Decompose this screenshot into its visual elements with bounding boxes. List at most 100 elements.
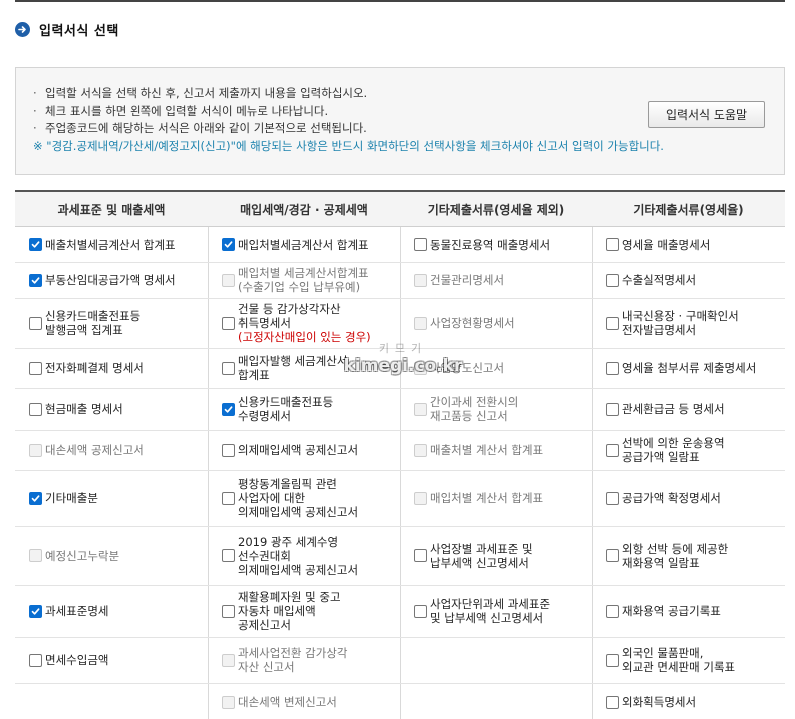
form-option-label: 매출처별세금계산서 합계표 bbox=[45, 238, 176, 252]
form-option-text: 부동산임대공급가액 명세서 bbox=[45, 273, 176, 287]
form-checkbox[interactable] bbox=[606, 361, 619, 375]
form-option-text: 외국인 물품판매, 외교관 면세판매 기록표 bbox=[622, 646, 736, 674]
form-checkbox[interactable] bbox=[606, 402, 619, 416]
form-option: 과세사업전환 감가상각 자산 신고서 bbox=[208, 637, 400, 683]
form-checkbox[interactable] bbox=[222, 402, 235, 416]
form-option[interactable]: 내국신용장 · 구매확인서 전자발급명세서 bbox=[592, 298, 785, 348]
form-option-label: 간이과세 전환시의 재고품등 신고서 bbox=[430, 395, 518, 423]
form-checkbox[interactable] bbox=[29, 491, 42, 505]
form-option[interactable]: 선박에 의한 운송용역 공급가액 일람표 bbox=[592, 430, 785, 470]
form-option-label: 대손세액 변제신고서 bbox=[238, 695, 337, 709]
form-option[interactable]: 동물진료용역 매출명세서 bbox=[400, 227, 592, 262]
form-option[interactable]: 과세표준명세 bbox=[15, 585, 208, 637]
input-tax-column-header: 매입세액/경감 · 공제세액 bbox=[208, 192, 400, 227]
form-checkbox[interactable] bbox=[29, 316, 42, 330]
form-option[interactable]: 매출처별세금계산서 합계표 bbox=[15, 227, 208, 262]
form-option-note: (고정자산매입이 있는 경우) bbox=[238, 330, 371, 344]
form-checkbox bbox=[222, 273, 235, 287]
form-option[interactable]: 신용카드매출전표등 수령명세서 bbox=[208, 388, 400, 430]
form-checkbox[interactable] bbox=[222, 361, 235, 375]
form-option[interactable]: 전자화폐결제 명세서 bbox=[15, 348, 208, 388]
form-option-text: 과세사업전환 감가상각 자산 신고서 bbox=[238, 646, 348, 674]
form-option: 사업장현황명세서 bbox=[400, 298, 592, 348]
form-option-label: 2019 광주 세계수영 선수권대회 의제매입세액 공제신고서 bbox=[238, 535, 358, 577]
form-option[interactable]: 재화용역 공급기록표 bbox=[592, 585, 785, 637]
form-option[interactable]: 공급가액 확정명세서 bbox=[592, 470, 785, 526]
form-option[interactable]: 의제매입세액 공제신고서 bbox=[208, 430, 400, 470]
section-header: 입력서식 선택 bbox=[15, 20, 119, 39]
form-option-label: 사업장현황명세서 bbox=[430, 316, 515, 330]
form-option-text: 영세율 첨부서류 제출명세서 bbox=[622, 361, 757, 375]
form-option[interactable]: 영세율 매출명세서 bbox=[592, 227, 785, 262]
form-checkbox[interactable] bbox=[222, 549, 235, 562]
form-option-label: 기타매출분 bbox=[45, 491, 98, 505]
form-option[interactable]: 사업자단위과세 과세표준 및 납부세액 신고명세서 bbox=[400, 585, 592, 637]
zero-rate-docs-column-header: 기타제출서류(영세율) bbox=[592, 192, 785, 227]
form-option-text: 사업장현황명세서 bbox=[430, 316, 515, 330]
info-list: · 입력할 서식을 선택 하신 후, 신고서 제출까지 내용을 입력하십시오. ·… bbox=[33, 85, 664, 155]
checkmark-icon bbox=[31, 276, 40, 284]
form-checkbox[interactable] bbox=[222, 604, 235, 618]
form-checkbox[interactable] bbox=[606, 653, 619, 667]
form-checkbox[interactable] bbox=[606, 443, 619, 457]
form-option: 예정신고누락분 bbox=[15, 526, 208, 585]
form-option-text: 동물진료용역 매출명세서 bbox=[430, 237, 551, 252]
top-divider bbox=[15, 0, 785, 2]
form-selection-table: 과세표준 및 매출세액 매출처별세금계산서 합계표 부동산임대공급가액 명세서 신용카… bbox=[15, 190, 785, 719]
form-option[interactable]: 수출실적명세서 bbox=[592, 262, 785, 298]
form-checkbox[interactable] bbox=[222, 443, 235, 457]
form-option-text: 외화획득명세서 bbox=[622, 695, 697, 709]
form-checkbox[interactable] bbox=[222, 238, 235, 251]
form-checkbox[interactable] bbox=[29, 604, 42, 618]
form-checkbox[interactable] bbox=[414, 549, 427, 562]
form-option-label: 내국신용장 · 구매확인서 전자발급명세서 bbox=[622, 309, 739, 337]
form-checkbox[interactable] bbox=[222, 316, 235, 330]
form-checkbox[interactable] bbox=[606, 695, 619, 709]
form-option: 매출처별 계산서 합계표 bbox=[400, 430, 592, 470]
form-option[interactable]: 매입자발행 세금계산서 합계표 bbox=[208, 348, 400, 388]
form-option-text: 매입자발행 세금계산서 합계표 bbox=[238, 354, 348, 382]
form-option[interactable]: 현금매출 명세서 bbox=[15, 388, 208, 430]
form-option[interactable]: 사업장별 과세표준 및 납부세액 신고명세서 bbox=[400, 526, 592, 585]
form-option[interactable]: 외국인 물품판매, 외교관 면세판매 기록표 bbox=[592, 637, 785, 683]
form-option-text: 신용카드매출전표등 발행금액 집계표 bbox=[45, 309, 141, 337]
other-docs-column-header: 기타제출서류(영세율 제외) bbox=[400, 192, 592, 227]
checkmark-icon bbox=[224, 241, 233, 248]
form-checkbox[interactable] bbox=[606, 238, 619, 251]
form-checkbox[interactable] bbox=[414, 238, 427, 251]
form-help-button[interactable]: 입력서식 도움말 bbox=[648, 101, 765, 128]
form-checkbox[interactable] bbox=[414, 604, 427, 618]
form-checkbox[interactable] bbox=[29, 361, 42, 375]
form-option-label: 대손세액 공제신고서 bbox=[45, 443, 144, 457]
form-option[interactable]: 부동산임대공급가액 명세서 bbox=[15, 262, 208, 298]
form-option[interactable]: 2019 광주 세계수영 선수권대회 의제매입세액 공제신고서 bbox=[208, 526, 400, 585]
form-option[interactable]: 면세수입금액 bbox=[15, 637, 208, 683]
form-option[interactable]: 신용카드매출전표등 발행금액 집계표 bbox=[15, 298, 208, 348]
form-option[interactable]: 외항 선박 등에 제공한 재화용역 일람표 bbox=[592, 526, 785, 585]
form-checkbox[interactable] bbox=[29, 273, 42, 287]
form-option: 건물관리명세서 bbox=[400, 262, 592, 298]
form-option[interactable]: 기타매출분 bbox=[15, 470, 208, 526]
form-option[interactable]: 평창동계올림픽 관련 사업자에 대한 의제매입세액 공제신고서 bbox=[208, 470, 400, 526]
form-option[interactable]: 영세율 첨부서류 제출명세서 bbox=[592, 348, 785, 388]
form-checkbox[interactable] bbox=[606, 273, 619, 287]
form-checkbox[interactable] bbox=[29, 653, 42, 667]
form-checkbox[interactable] bbox=[29, 238, 42, 251]
form-option[interactable]: 재활용폐자원 및 중고 자동차 매입세액 공제신고서 bbox=[208, 585, 400, 637]
form-option[interactable]: 매입처별세금계산서 합계표 bbox=[208, 227, 400, 262]
form-option[interactable]: 외화획득명세서 bbox=[592, 683, 785, 719]
form-option-text: 재화용역 공급기록표 bbox=[622, 604, 721, 618]
form-checkbox[interactable] bbox=[29, 402, 42, 416]
form-checkbox[interactable] bbox=[606, 549, 619, 562]
form-option[interactable]: 관세환급금 등 명세서 bbox=[592, 388, 785, 430]
form-option[interactable]: 건물 등 감가상각자산 취득명세서 (고정자산매입이 있는 경우) bbox=[208, 298, 400, 348]
form-option-text: 간이과세 전환시의 재고품등 신고서 bbox=[430, 395, 519, 423]
form-checkbox[interactable] bbox=[222, 491, 235, 505]
form-checkbox[interactable] bbox=[606, 604, 619, 618]
form-checkbox bbox=[222, 653, 235, 667]
form-checkbox[interactable] bbox=[606, 316, 619, 330]
form-checkbox[interactable] bbox=[606, 491, 619, 505]
form-option-text: 예정신고누락분 bbox=[45, 548, 120, 563]
form-option-text: 사업장별 과세표준 및 납부세액 신고명세서 bbox=[430, 541, 533, 570]
form-option-label: 전자화폐결제 명세서 bbox=[45, 361, 144, 375]
